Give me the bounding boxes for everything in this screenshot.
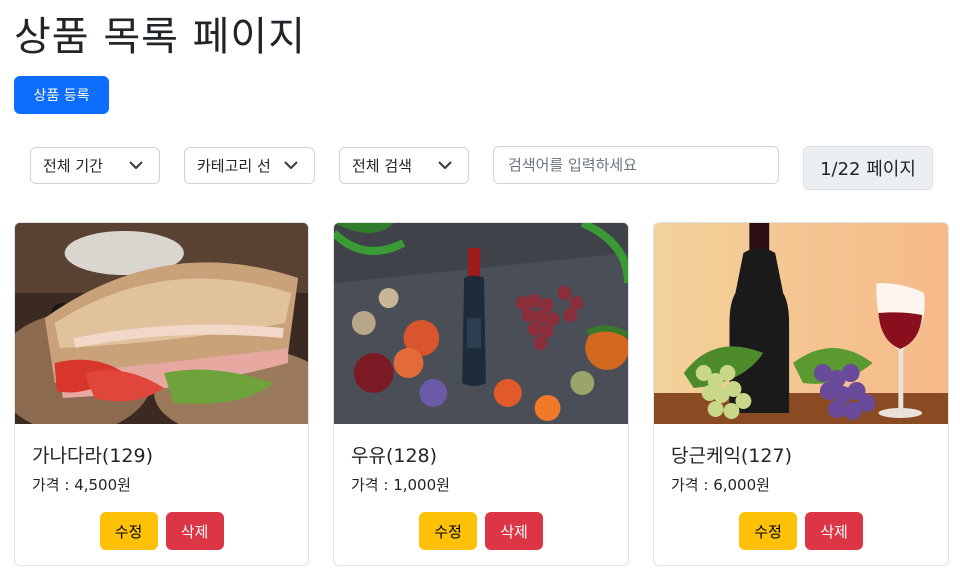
product-image[interactable]: [15, 223, 308, 424]
product-title: 가나다라(129): [32, 445, 154, 467]
product-price: 가격 : 1,000원: [351, 476, 450, 494]
product-actions: 수정 삭제: [334, 512, 628, 550]
page-indicator: 1/22 페이지: [803, 146, 933, 190]
register-product-button[interactable]: 상품 등록: [14, 76, 109, 114]
search-type-select[interactable]: 전체 검색: [339, 147, 469, 184]
product-price: 가격 : 4,500원: [32, 476, 131, 494]
product-card: 가나다라(129) 가격 : 4,500원 수정 삭제: [14, 222, 309, 566]
edit-button[interactable]: 수정: [739, 512, 797, 550]
product-card: 우유(128) 가격 : 1,000원 수정 삭제: [333, 222, 629, 566]
search-type-select-value: 전체 검색: [352, 157, 412, 175]
chevron-down-icon: [434, 148, 456, 183]
delete-button[interactable]: 삭제: [485, 512, 543, 550]
edit-button[interactable]: 수정: [419, 512, 477, 550]
edit-button[interactable]: 수정: [99, 512, 158, 550]
chevron-down-icon: [280, 148, 302, 183]
product-image[interactable]: [334, 223, 628, 424]
product-actions: 수정 삭제: [654, 512, 948, 550]
product-title: 당근케익(127): [671, 445, 793, 467]
search-input[interactable]: [493, 146, 779, 184]
delete-button[interactable]: 삭제: [805, 512, 863, 550]
product-card: 당근케익(127) 가격 : 6,000원 수정 삭제: [653, 222, 949, 566]
chevron-down-icon: [125, 148, 147, 183]
product-image[interactable]: [654, 223, 948, 424]
period-select-value: 전체 기간: [43, 157, 103, 175]
period-select[interactable]: 전체 기간: [30, 147, 160, 184]
page-title: 상품 목록 페이지: [14, 14, 307, 60]
delete-button[interactable]: 삭제: [165, 512, 224, 550]
product-title: 우유(128): [351, 445, 438, 467]
category-select-value: 카테고리 선: [197, 157, 271, 175]
product-price: 가격 : 6,000원: [671, 476, 770, 494]
product-actions: 수정 삭제: [15, 512, 308, 550]
category-select[interactable]: 카테고리 선: [184, 147, 315, 184]
